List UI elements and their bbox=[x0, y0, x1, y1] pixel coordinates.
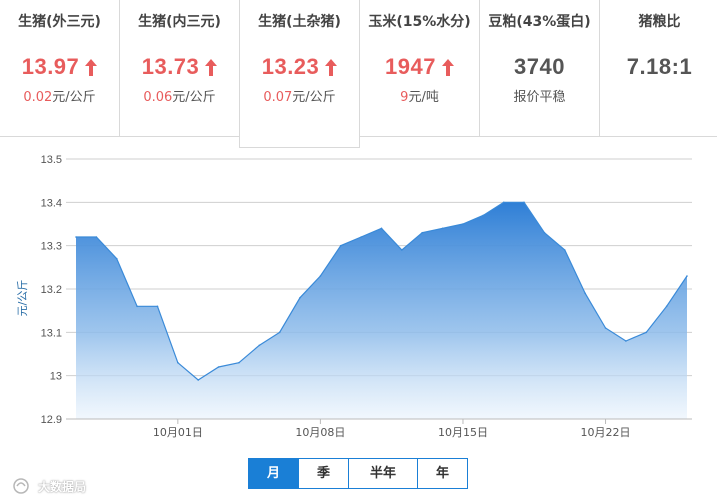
y-tick-label: 13.2 bbox=[41, 284, 62, 296]
data-point bbox=[462, 223, 464, 225]
data-point bbox=[421, 231, 424, 234]
arrow-up-icon bbox=[205, 58, 218, 76]
data-point bbox=[584, 292, 586, 295]
data-point bbox=[625, 340, 627, 342]
data-point bbox=[238, 361, 240, 364]
watermark: 大数据局 bbox=[8, 476, 86, 496]
data-point bbox=[441, 227, 444, 230]
x-tick-label: 10月01日 bbox=[153, 426, 203, 439]
card-price: 1947 bbox=[385, 54, 436, 79]
data-point bbox=[482, 214, 485, 217]
card-title: 玉米(15%水分) bbox=[368, 14, 471, 30]
y-tick-label: 13 bbox=[50, 371, 62, 383]
card-change-value: 0.07 bbox=[263, 90, 293, 105]
watermark-text: 大数据局 bbox=[38, 479, 87, 494]
data-point bbox=[217, 366, 220, 368]
data-point bbox=[319, 275, 322, 277]
data-point bbox=[564, 249, 566, 251]
data-point bbox=[177, 361, 179, 364]
arrow-up-icon bbox=[85, 58, 98, 76]
card-change-value: 0.02 bbox=[23, 90, 53, 105]
card-price: 7.18:1 bbox=[626, 54, 693, 79]
data-point bbox=[645, 331, 648, 334]
data-point bbox=[95, 236, 98, 238]
series-area bbox=[75, 201, 688, 419]
period-tabs: 月 季 半年 年 bbox=[248, 458, 468, 489]
card-change-text: 报价平稳 bbox=[513, 90, 566, 105]
data-point bbox=[156, 305, 159, 308]
card-change-unit: 元/公斤 bbox=[292, 90, 336, 105]
y-tick-label: 13.5 bbox=[41, 154, 62, 166]
tab-half-year[interactable]: 半年 bbox=[348, 459, 417, 488]
card-change-value: 0.06 bbox=[143, 90, 173, 105]
area-chart: 13.5 13.4 13.3 13.2 13.1 13 12.9 10月01日 10月08日 10… bbox=[16, 154, 692, 439]
x-tick-label: 10月22日 bbox=[581, 426, 631, 439]
data-point bbox=[299, 296, 301, 299]
card-title: 猪粮比 bbox=[638, 14, 681, 30]
data-point bbox=[258, 344, 261, 347]
data-point bbox=[604, 327, 607, 329]
data-point bbox=[665, 305, 668, 308]
card-soymeal[interactable]: 豆粕(43%蛋白) 3740 报价平稳 bbox=[479, 0, 600, 137]
card-title: 生猪(外三元) bbox=[18, 14, 101, 30]
watermark-logo-icon bbox=[13, 478, 29, 494]
card-title: 豆粕(43%蛋白) bbox=[488, 14, 591, 30]
data-point bbox=[380, 227, 383, 230]
card-price: 13.23 bbox=[261, 54, 320, 79]
y-tick-label: 13.1 bbox=[41, 327, 62, 339]
price-cards: 生猪(外三元) 13.97 0.02元/公斤 生猪(内三元) 13.73 0.0… bbox=[0, 0, 717, 150]
y-tick-label: 13.4 bbox=[41, 197, 62, 209]
x-tick-label: 10月15日 bbox=[438, 426, 488, 439]
card-title: 生猪(土杂猪) bbox=[258, 14, 341, 30]
card-change-unit: 元/公斤 bbox=[172, 90, 216, 105]
arrow-up-icon bbox=[325, 58, 338, 76]
tab-quarter[interactable]: 季 bbox=[298, 459, 348, 488]
price-chart: 13.5 13.4 13.3 13.2 13.1 13 12.9 10月01日 10月08日 10… bbox=[0, 148, 717, 448]
data-point bbox=[502, 201, 505, 204]
y-axis-label: 元/公斤 bbox=[16, 280, 29, 317]
card-price: 13.97 bbox=[21, 54, 80, 79]
data-point bbox=[278, 331, 281, 334]
data-point bbox=[401, 249, 403, 251]
card-price: 13.73 bbox=[141, 54, 200, 79]
tab-month[interactable]: 月 bbox=[249, 459, 298, 488]
y-tick-label: 12.9 bbox=[41, 414, 62, 426]
y-tick-label: 13.3 bbox=[41, 241, 62, 253]
card-change-unit: 元/公斤 bbox=[52, 90, 96, 105]
arrow-up-icon bbox=[441, 58, 454, 76]
card-pig-inner[interactable]: 生猪(内三元) 13.73 0.06元/公斤 bbox=[119, 0, 240, 137]
data-point bbox=[136, 305, 138, 308]
card-change-unit: 元/吨 bbox=[408, 90, 439, 105]
data-point bbox=[360, 236, 362, 238]
data-point bbox=[339, 244, 342, 247]
data-point bbox=[115, 257, 118, 260]
tab-year[interactable]: 年 bbox=[417, 459, 467, 488]
x-tick-label: 10月08日 bbox=[295, 426, 345, 439]
card-pig-outer[interactable]: 生猪(外三元) 13.97 0.02元/公斤 bbox=[0, 0, 120, 137]
data-point bbox=[686, 275, 688, 277]
data-point bbox=[75, 236, 77, 238]
data-point bbox=[523, 201, 525, 204]
card-pig-grain-ratio[interactable]: 猪粮比 7.18:1 bbox=[599, 0, 717, 137]
card-price: 3740 bbox=[514, 54, 565, 79]
data-point bbox=[543, 231, 546, 234]
card-pig-native[interactable]: 生猪(土杂猪) 13.23 0.07元/公斤 bbox=[239, 0, 360, 148]
card-title: 生猪(内三元) bbox=[138, 14, 221, 30]
card-corn[interactable]: 玉米(15%水分) 1947 9元/吨 bbox=[359, 0, 480, 137]
data-point bbox=[197, 379, 199, 381]
